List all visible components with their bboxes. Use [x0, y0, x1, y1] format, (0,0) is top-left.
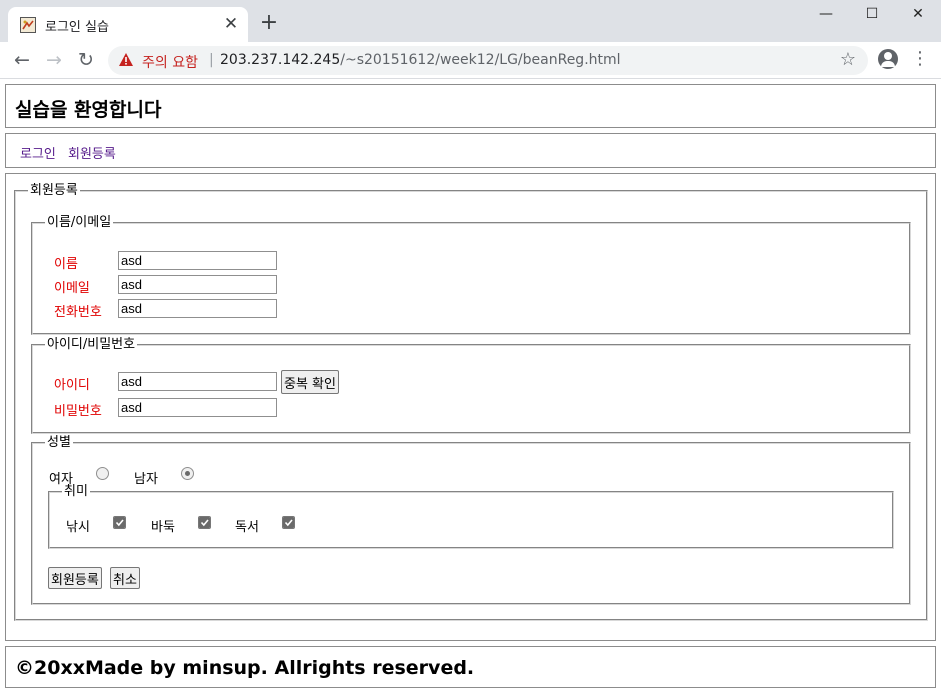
email-label: 이메일: [54, 281, 90, 296]
tab-title: 로그인 실습: [45, 20, 109, 35]
nav-link-login[interactable]: 로그인: [20, 143, 56, 162]
url-host: 203.237.142.245: [220, 52, 341, 68]
id-label: 아이디: [54, 378, 90, 393]
menu-icon[interactable]: ⋮: [910, 50, 930, 70]
maximize-icon[interactable]: ☐: [849, 0, 895, 30]
close-tab-icon[interactable]: ✕: [222, 15, 240, 33]
browser-tab[interactable]: 로그인 실습 ✕: [8, 7, 248, 42]
address-separator: |: [209, 52, 214, 68]
url-path: /~s20151612/week12/LG/beanReg.html: [340, 52, 621, 68]
new-tab-icon[interactable]: +: [258, 12, 280, 34]
reload-icon[interactable]: ↻: [74, 49, 98, 73]
hobby-reading-checkbox[interactable]: [282, 516, 295, 529]
nav-bar: 로그인 회원등록: [5, 133, 936, 168]
name-input[interactable]: [118, 251, 277, 270]
id-password-legend: 아이디/비밀번호: [47, 337, 136, 352]
browser-toolbar: ← → ↻ 주의 요함 | 203.237.142.245/~s20151612…: [0, 42, 941, 79]
hobby-fishing-label: 낚시: [66, 520, 90, 535]
hobby-legend: 취미: [64, 484, 88, 499]
page-favicon-icon: [20, 17, 36, 33]
id-input[interactable]: [118, 372, 277, 391]
bookmark-star-icon[interactable]: ☆: [840, 49, 856, 70]
window-close-icon[interactable]: ✕: [895, 0, 941, 30]
register-legend: 회원등록: [30, 183, 78, 198]
gender-legend: 성별: [47, 435, 71, 450]
warning-icon[interactable]: [118, 52, 134, 71]
nav-link-register[interactable]: 회원등록: [68, 143, 116, 162]
hobby-baduk-checkbox[interactable]: [198, 516, 211, 529]
back-icon[interactable]: ←: [10, 49, 34, 73]
profile-icon[interactable]: [878, 49, 898, 69]
footer-text: ©20xxMade by minsup. Allrights reserved.: [15, 657, 475, 679]
email-input[interactable]: [118, 275, 277, 294]
address-bar[interactable]: 주의 요함 | 203.237.142.245/~s20151612/week1…: [108, 46, 868, 75]
password-label: 비밀번호: [54, 404, 102, 419]
phone-input[interactable]: [118, 299, 277, 318]
hobby-baduk-label: 바둑: [151, 520, 175, 535]
hobby-reading-label: 독서: [235, 520, 259, 535]
page-header: 실습을 환영합니다: [5, 84, 936, 128]
phone-label: 전화번호: [54, 305, 102, 320]
female-radio[interactable]: [96, 467, 109, 480]
password-input[interactable]: [118, 398, 277, 417]
name-email-legend: 이름/이메일: [47, 215, 112, 230]
tab-strip: 로그인 실습 ✕ + — ☐ ✕: [0, 0, 941, 42]
duplicate-check-button[interactable]: 중복 확인: [281, 370, 339, 394]
hobby-fishing-checkbox[interactable]: [113, 516, 126, 529]
name-label: 이름: [54, 257, 78, 272]
main-content: 회원등록 이름/이메일 이름 이메일 전화번호 아이디/비밀번호 아이디 중복 …: [5, 173, 936, 641]
security-status[interactable]: 주의 요함: [142, 52, 198, 72]
male-radio[interactable]: [181, 467, 194, 480]
page-footer: ©20xxMade by minsup. Allrights reserved.: [5, 646, 936, 688]
cancel-button[interactable]: 취소: [110, 567, 140, 589]
forward-icon[interactable]: →: [42, 49, 66, 73]
minimize-icon[interactable]: —: [803, 0, 849, 30]
url-text[interactable]: 203.237.142.245/~s20151612/week12/LG/bea…: [220, 52, 621, 68]
register-submit-button[interactable]: 회원등록: [48, 567, 102, 589]
page-title: 실습을 환영합니다: [15, 99, 162, 121]
